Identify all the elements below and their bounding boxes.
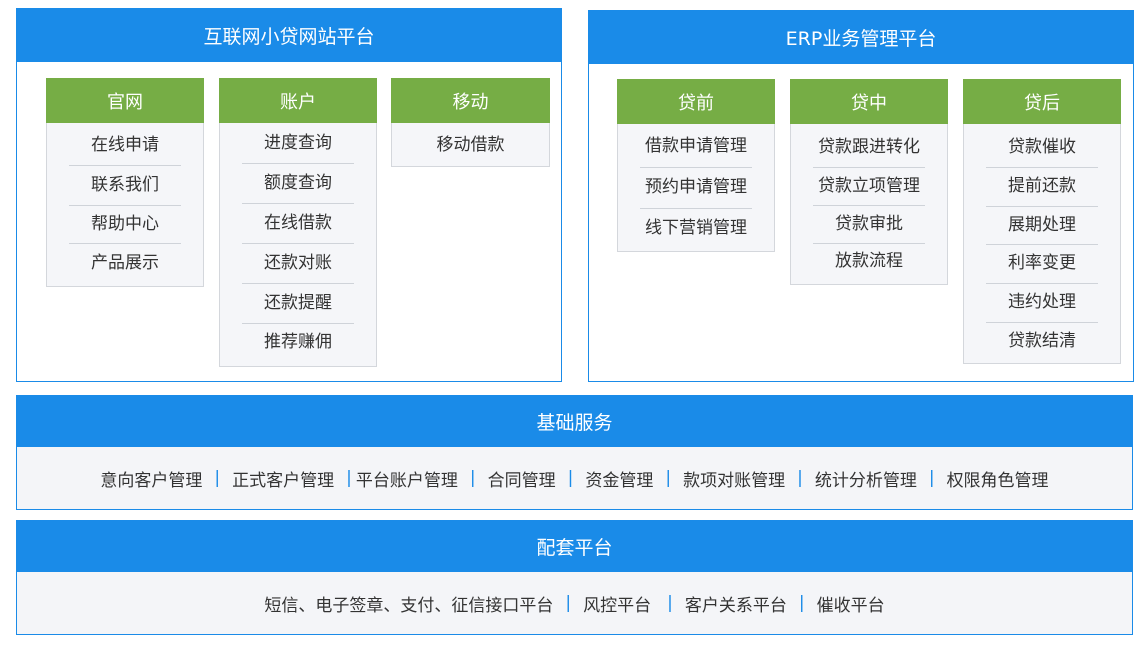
column-items: 贷款跟进转化 贷款立项管理 贷款审批 放款流程 [790,124,948,285]
platform-item[interactable]: 催收平台 [817,591,885,616]
column-yidong: 移动 移动借款 [391,78,550,167]
column-title: 移动 [391,78,550,123]
column-daihou: 贷后 贷款催收 提前还款 展期处理 利率变更 违约处理 贷款结清 [963,79,1121,364]
list-item[interactable]: 贷款审批 [791,205,947,243]
list-item[interactable]: 推荐赚佣 [220,323,376,361]
column-guanwang: 官网 在线申请 联系我们 帮助中心 产品展示 [46,78,204,287]
list-item[interactable]: 放款流程 [791,243,947,280]
service-item[interactable]: 权限角色管理 [947,466,1049,491]
erp-platform-title: ERP业务管理平台 [588,10,1134,64]
separator: | [565,593,572,613]
list-item[interactable]: 移动借款 [392,125,549,166]
separator: | [798,593,805,613]
list-item[interactable]: 进度查询 [220,123,376,163]
list-item[interactable]: 提前还款 [964,167,1120,206]
base-services-title: 基础服务 [16,395,1133,447]
separator: | [665,468,672,488]
service-item[interactable]: 合同管理 [488,466,556,491]
list-item[interactable]: 在线申请 [47,125,203,165]
column-items: 借款申请管理 预约申请管理 线下营销管理 [617,124,775,252]
list-item[interactable]: 额度查询 [220,163,376,203]
list-item[interactable]: 违约处理 [964,283,1120,322]
list-item[interactable]: 还款对账 [220,243,376,283]
separator: | [567,468,574,488]
list-item[interactable]: 线下营销管理 [618,208,774,249]
support-platform-list: 短信、电子签章、支付、征信接口平台 | 风控平台 | 客户关系平台 | 催收平台 [16,572,1133,635]
service-item[interactable]: 款项对账管理 [683,466,785,491]
separator: | [667,593,673,613]
column-items: 进度查询 额度查询 在线借款 还款对账 还款提醒 推荐赚佣 [219,123,377,367]
column-title: 贷后 [963,79,1121,124]
separator: | [214,468,221,488]
platform-item[interactable]: 短信、电子签章、支付、征信接口平台 [264,591,553,616]
column-zhanghu: 账户 进度查询 额度查询 在线借款 还款对账 还款提醒 推荐赚佣 [219,78,377,367]
column-title: 贷中 [790,79,948,124]
separator: | [797,468,803,488]
list-item[interactable]: 贷款跟进转化 [791,127,947,167]
separator: | [346,468,352,488]
support-platform-title: 配套平台 [16,520,1133,572]
column-daizhong: 贷中 贷款跟进转化 贷款立项管理 贷款审批 放款流程 [790,79,948,285]
column-title: 官网 [46,78,204,123]
service-item[interactable]: 正式客户管理 [232,466,334,491]
list-item[interactable]: 贷款催收 [964,127,1120,167]
column-items: 移动借款 [391,123,550,167]
service-item[interactable]: 资金管理 [585,466,653,491]
list-item[interactable]: 产品展示 [47,243,203,283]
list-item[interactable]: 贷款结清 [964,322,1120,360]
platform-item[interactable]: 客户关系平台 [685,591,787,616]
service-item[interactable]: 平台账户管理 [356,466,458,491]
separator: | [928,468,935,488]
column-title: 账户 [219,78,377,123]
list-item[interactable]: 帮助中心 [47,205,203,243]
web-platform-title: 互联网小贷网站平台 [16,8,562,62]
web-platform-panel: 互联网小贷网站平台 官网 在线申请 联系我们 帮助中心 产品展示 账户 进度查询… [16,8,562,382]
list-item[interactable]: 联系我们 [47,165,203,205]
service-item[interactable]: 统计分析管理 [815,466,917,491]
column-items: 在线申请 联系我们 帮助中心 产品展示 [46,123,204,287]
list-item[interactable]: 借款申请管理 [618,126,774,167]
list-item[interactable]: 预约申请管理 [618,167,774,208]
platform-item[interactable]: 风控平台 [583,591,651,616]
column-daiqian: 贷前 借款申请管理 预约申请管理 线下营销管理 [617,79,775,252]
list-item[interactable]: 还款提醒 [220,283,376,323]
service-item[interactable]: 意向客户管理 [100,466,202,491]
column-items: 贷款催收 提前还款 展期处理 利率变更 违约处理 贷款结清 [963,124,1121,364]
list-item[interactable]: 展期处理 [964,206,1120,244]
list-item[interactable]: 贷款立项管理 [791,167,947,205]
separator: | [469,468,476,488]
erp-platform-panel: ERP业务管理平台 贷前 借款申请管理 预约申请管理 线下营销管理 贷中 贷款跟… [588,10,1134,382]
list-item[interactable]: 在线借款 [220,203,376,243]
column-title: 贷前 [617,79,775,124]
list-item[interactable]: 利率变更 [964,244,1120,283]
base-services-list: 意向客户管理 | 正式客户管理 | 平台账户管理 | 合同管理 | 资金管理 |… [16,447,1133,510]
